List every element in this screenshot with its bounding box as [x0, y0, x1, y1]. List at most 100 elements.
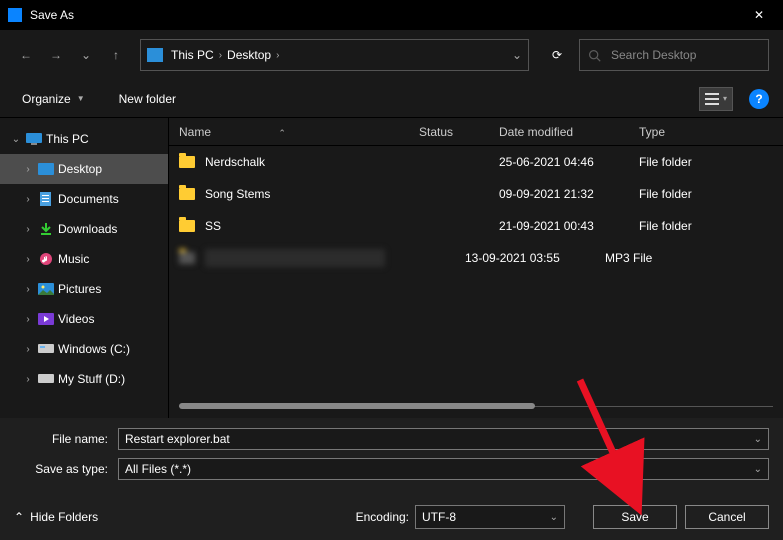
arrow-left-icon: ←	[20, 48, 32, 62]
search-input[interactable]: Search Desktop	[579, 39, 769, 71]
tree-item-my-stuff-d[interactable]: › My Stuff (D:)	[0, 364, 168, 394]
tree-item-windows-c[interactable]: › Windows (C:)	[0, 334, 168, 364]
file-row[interactable]: SS 21-09-2021 00:43 File folder	[169, 210, 783, 242]
drive-icon	[38, 372, 54, 386]
back-button[interactable]: ←	[14, 43, 38, 67]
scrollbar-thumb[interactable]	[179, 403, 535, 409]
this-pc-icon	[26, 132, 42, 146]
chevron-down-icon[interactable]: ⌄	[512, 48, 522, 62]
tree-item-downloads[interactable]: › Downloads	[0, 214, 168, 244]
tree-label: My Stuff (D:)	[58, 372, 125, 386]
chevron-right-icon[interactable]: ›	[216, 50, 225, 61]
column-headers: Name ⌃ Status Date modified Type	[169, 118, 783, 146]
file-date: 13-09-2021 03:55	[465, 251, 605, 265]
chevron-down-icon[interactable]: ⌄	[550, 512, 558, 523]
expand-icon[interactable]: ›	[22, 344, 34, 355]
search-placeholder: Search Desktop	[611, 48, 696, 62]
column-header-name[interactable]: Name ⌃	[179, 125, 419, 139]
recent-locations-button[interactable]: ⌄	[74, 43, 98, 67]
app-icon	[8, 8, 22, 22]
tree-label: Videos	[58, 312, 94, 326]
forward-button[interactable]: →	[44, 43, 68, 67]
new-folder-button[interactable]: New folder	[111, 88, 184, 110]
tree-item-videos[interactable]: › Videos	[0, 304, 168, 334]
tree-label: Pictures	[58, 282, 101, 296]
save-button[interactable]: Save	[593, 505, 677, 529]
column-header-status[interactable]: Status	[419, 125, 499, 139]
savetype-select[interactable]: All Files (*.*) ⌄	[118, 458, 769, 480]
tree-item-pictures[interactable]: › Pictures	[0, 274, 168, 304]
file-date: 25-06-2021 04:46	[499, 155, 639, 169]
column-header-date[interactable]: Date modified	[499, 125, 639, 139]
view-options-button[interactable]: ▾	[699, 87, 733, 111]
expand-icon[interactable]: ›	[22, 194, 34, 205]
expand-icon[interactable]: ›	[22, 224, 34, 235]
sort-indicator-icon: ⌃	[278, 128, 286, 138]
documents-icon	[38, 192, 54, 206]
music-icon	[38, 252, 54, 266]
encoding-select[interactable]: UTF-8 ⌄	[415, 505, 565, 529]
refresh-button[interactable]: ⟳	[541, 39, 573, 71]
column-header-type[interactable]: Type	[639, 125, 783, 139]
videos-icon	[38, 312, 54, 326]
address-bar[interactable]: This PC › Desktop › ⌄	[140, 39, 529, 71]
pictures-icon	[38, 282, 54, 296]
expand-icon[interactable]: ›	[22, 254, 34, 265]
file-icon	[179, 252, 195, 264]
navigation-tree: ⌄ This PC › Desktop › Documents › Downlo…	[0, 118, 168, 418]
tree-label: Desktop	[58, 162, 102, 176]
hide-folders-label: Hide Folders	[30, 510, 98, 524]
tree-label: Windows (C:)	[58, 342, 130, 356]
folder-icon	[179, 188, 195, 200]
chevron-down-icon: ▼	[77, 94, 85, 103]
breadcrumb-root[interactable]: This PC	[171, 48, 214, 62]
expand-icon[interactable]: ›	[22, 164, 34, 175]
dialog-footer: ⌃ Hide Folders Encoding: UTF-8 ⌄ Save Ca…	[0, 494, 783, 540]
file-rows: Nerdschalk 25-06-2021 04:46 File folder …	[169, 146, 783, 400]
filename-value: Restart explorer.bat	[125, 432, 230, 446]
collapse-icon[interactable]: ⌄	[10, 134, 22, 145]
savetype-value: All Files (*.*)	[125, 462, 191, 476]
file-type: MP3 File	[605, 251, 783, 265]
help-icon: ?	[755, 92, 762, 106]
organize-button[interactable]: Organize ▼	[14, 88, 93, 110]
breadcrumb-leaf[interactable]: Desktop	[227, 48, 271, 62]
file-date: 09-09-2021 21:32	[499, 187, 639, 201]
breadcrumb: This PC › Desktop ›	[171, 48, 282, 62]
file-row[interactable]: x 13-09-2021 03:55 MP3 File	[169, 242, 783, 274]
chevron-right-icon[interactable]: ›	[273, 50, 282, 61]
body-split: ⌄ This PC › Desktop › Documents › Downlo…	[0, 118, 783, 418]
tree-item-music[interactable]: › Music	[0, 244, 168, 274]
hide-folders-button[interactable]: ⌃ Hide Folders	[14, 510, 98, 524]
save-label: Save	[621, 510, 648, 524]
file-type: File folder	[639, 155, 783, 169]
arrow-right-icon: →	[50, 48, 62, 62]
expand-icon[interactable]: ›	[22, 284, 34, 295]
tree-item-documents[interactable]: › Documents	[0, 184, 168, 214]
encoding-label: Encoding:	[356, 510, 409, 524]
close-button[interactable]: ✕	[737, 0, 781, 30]
tree-item-desktop[interactable]: › Desktop	[0, 154, 168, 184]
this-pc-icon	[147, 48, 163, 62]
chevron-down-icon[interactable]: ⌄	[754, 464, 762, 475]
list-view-icon	[705, 93, 719, 105]
expand-icon[interactable]: ›	[22, 374, 34, 385]
expand-icon[interactable]: ›	[22, 314, 34, 325]
search-icon	[588, 49, 601, 62]
file-row[interactable]: Nerdschalk 25-06-2021 04:46 File folder	[169, 146, 783, 178]
help-button[interactable]: ?	[749, 89, 769, 109]
tree-item-this-pc[interactable]: ⌄ This PC	[0, 124, 168, 154]
file-list-pane: Name ⌃ Status Date modified Type Nerdsch…	[168, 118, 783, 418]
horizontal-scrollbar[interactable]	[179, 400, 773, 414]
file-row[interactable]: Song Stems 09-09-2021 21:32 File folder	[169, 178, 783, 210]
up-button[interactable]: ↑	[104, 43, 128, 67]
new-folder-label: New folder	[119, 92, 176, 106]
toolbar: Organize ▼ New folder ▾ ?	[0, 80, 783, 118]
refresh-icon: ⟳	[552, 48, 562, 62]
nav-row: ← → ⌄ ↑ This PC › Desktop › ⌄ ⟳ Search D…	[0, 30, 783, 80]
filename-label: File name:	[14, 432, 118, 446]
encoding-value: UTF-8	[422, 510, 456, 524]
chevron-down-icon[interactable]: ⌄	[754, 434, 762, 445]
filename-input[interactable]: Restart explorer.bat ⌄	[118, 428, 769, 450]
cancel-button[interactable]: Cancel	[685, 505, 769, 529]
